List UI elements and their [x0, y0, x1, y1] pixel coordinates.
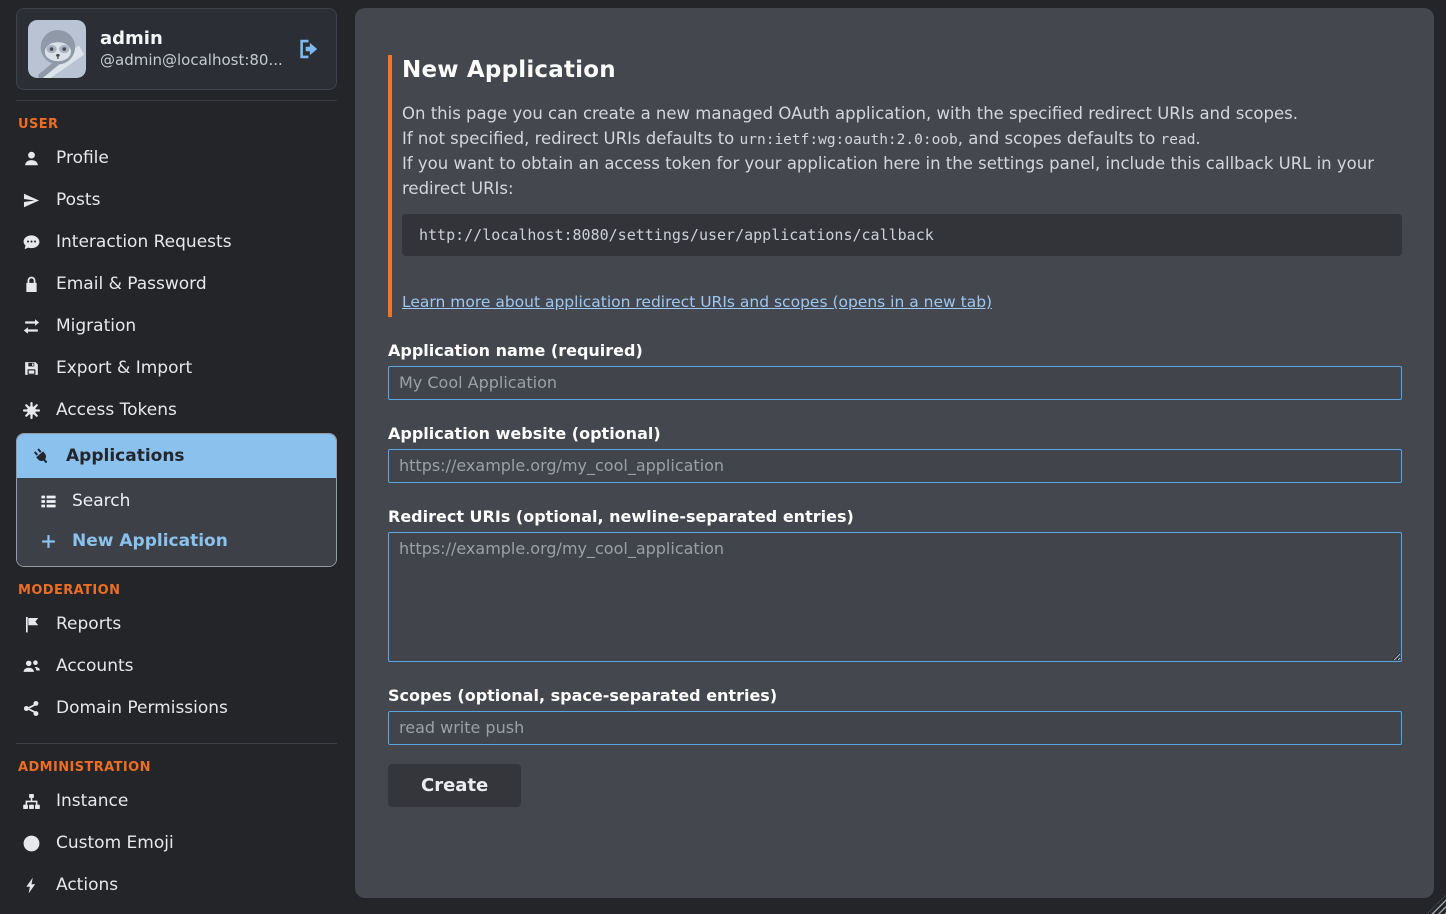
avatar [28, 20, 86, 78]
sidebar-item-interaction-requests[interactable]: Interaction Requests [16, 221, 337, 263]
sidebar-item-posts[interactable]: Posts [16, 179, 337, 221]
redirect-uris-label: Redirect URIs (optional, newline-separat… [388, 507, 1402, 526]
sidebar-item-access-tokens[interactable]: Access Tokens [16, 389, 337, 431]
sidebar-item-instance[interactable]: Instance [16, 780, 337, 822]
sidebar-item-migration[interactable]: Migration [16, 305, 337, 347]
smiley-icon [22, 834, 41, 853]
section-header-user: USER [16, 117, 337, 132]
sidebar-item-label: Migration [56, 316, 136, 336]
new-application-form: Application name (required) Application … [388, 341, 1402, 807]
callback-url-codeblock: http://localhost:8080/settings/user/appl… [402, 214, 1402, 256]
sidebar-item-label: Interaction Requests [56, 232, 232, 252]
scopes-label: Scopes (optional, space-separated entrie… [388, 686, 1402, 705]
sidebar-item-label: Search [72, 491, 130, 511]
scopes-input[interactable] [388, 711, 1402, 745]
divider [16, 100, 337, 101]
page-title: New Application [402, 57, 1402, 83]
exchange-arrows-icon [22, 317, 41, 336]
bolt-icon [22, 876, 41, 895]
sidebar-item-label: Instance [56, 791, 128, 811]
intro-line-1: On this page you can create a new manage… [402, 102, 1402, 127]
divider [16, 743, 337, 744]
sidebar-item-custom-emoji[interactable]: Custom Emoji [16, 822, 337, 864]
sidebar-item-label: Accounts [56, 656, 134, 676]
floppy-disk-icon [22, 359, 41, 378]
share-nodes-icon [22, 699, 41, 718]
sidebar-item-label: New Application [72, 531, 228, 551]
sidebar-item-domain-permissions[interactable]: Domain Permissions [16, 687, 337, 729]
sidebar-item-actions[interactable]: Actions [16, 864, 337, 906]
sidebar-item-label: Export & Import [56, 358, 192, 378]
section-header-moderation: MODERATION [16, 583, 337, 598]
sidebar-item-label: Reports [56, 614, 121, 634]
sidebar-item-label: Custom Emoji [56, 833, 174, 853]
user-icon [22, 149, 41, 168]
learn-more-link[interactable]: Learn more about application redirect UR… [402, 293, 992, 311]
plus-icon [39, 532, 58, 551]
sidebar-item-label: Email & Password [56, 274, 207, 294]
inline-code-oob: urn:ietf:wg:oauth:2.0:oob [740, 132, 958, 148]
users-icon [22, 657, 41, 676]
sidebar-item-email-password[interactable]: Email & Password [16, 263, 337, 305]
window-resize-grip[interactable] [1427, 895, 1446, 914]
sidebar-item-reports[interactable]: Reports [16, 603, 337, 645]
comment-dots-icon [22, 233, 41, 252]
applications-submenu: Search New Application [17, 478, 336, 566]
sidebar-item-label: Domain Permissions [56, 698, 228, 718]
list-icon [39, 492, 58, 511]
sidebar-item-accounts[interactable]: Accounts [16, 645, 337, 687]
sidebar-item-applications-search[interactable]: Search [17, 481, 336, 521]
applications-nav-group: Applications Search New Application [16, 433, 337, 567]
sidebar-item-label: Profile [56, 148, 109, 168]
application-website-label: Application website (optional) [388, 424, 1402, 443]
sidebar-item-export-import[interactable]: Export & Import [16, 347, 337, 389]
new-application-intro: New Application On this page you can cre… [388, 55, 1402, 317]
paper-plane-icon [22, 191, 41, 210]
intro-line-2: If not specified, redirect URIs defaults… [402, 127, 1402, 153]
sign-out-icon[interactable] [296, 36, 322, 62]
sidebar-item-applications[interactable]: Applications [17, 434, 336, 478]
application-name-input[interactable] [388, 366, 1402, 400]
plug-icon [28, 443, 55, 470]
create-button[interactable]: Create [388, 764, 521, 807]
application-name-label: Application name (required) [388, 341, 1402, 360]
application-website-input[interactable] [388, 449, 1402, 483]
flag-icon [22, 615, 41, 634]
seal-icon [22, 401, 41, 420]
intro-line-3: If you want to obtain an access token fo… [402, 152, 1402, 201]
sidebar-item-label: Actions [56, 875, 118, 895]
inline-code-read: read [1161, 132, 1196, 148]
sitemap-icon [22, 792, 41, 811]
sidebar-item-applications-new[interactable]: New Application [17, 521, 336, 561]
redirect-uris-textarea[interactable] [388, 532, 1402, 662]
sidebar-item-label: Posts [56, 190, 100, 210]
section-header-administration: ADMINISTRATION [16, 760, 337, 775]
main-panel: New Application On this page you can cre… [355, 8, 1434, 898]
sidebar-item-profile[interactable]: Profile [16, 137, 337, 179]
user-name: admin [100, 27, 282, 50]
sidebar-item-label: Applications [66, 446, 185, 466]
sidebar-item-label: Access Tokens [56, 400, 177, 420]
user-handle: @admin@localhost:80... [100, 50, 282, 71]
user-card: admin @admin@localhost:80... [16, 8, 337, 90]
lock-icon [22, 275, 41, 294]
settings-sidebar: admin @admin@localhost:80... USER Profil… [0, 0, 355, 914]
